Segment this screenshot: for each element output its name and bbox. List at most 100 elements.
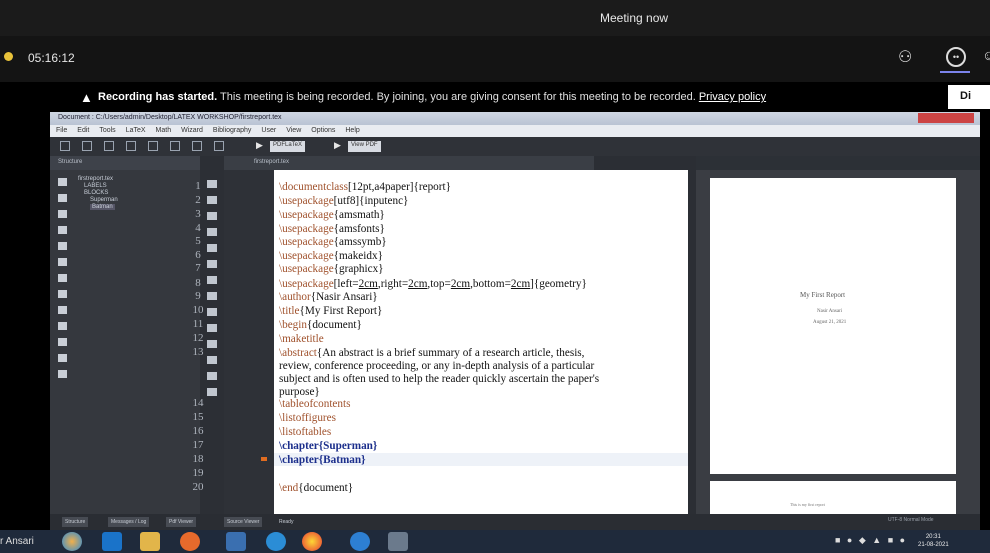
meeting-title: Meeting now [600,11,669,25]
meeting-timer: 05:16:12 [28,51,75,65]
compile-select[interactable]: PDFLaTeX [270,141,306,152]
pdf-author: Nasir Ansari [817,309,843,314]
dismiss-button[interactable]: Di [948,85,990,109]
window-controls[interactable] [918,113,974,123]
code-line: \tableofcontents [279,398,351,410]
menu-bibliography[interactable]: Bibliography [213,127,252,134]
new-file-icon[interactable] [60,141,70,151]
menu-edit[interactable]: Edit [77,127,89,134]
menu-user[interactable]: User [261,127,276,134]
symbols-icon[interactable] [58,210,67,218]
media-player-icon[interactable] [180,532,200,551]
app-icon[interactable] [226,532,246,551]
status-tab-messages[interactable]: Messages / Log [108,517,150,527]
tree-item-blocks[interactable]: BLOCKS [78,190,118,197]
recording-notice-bold: Recording has started. [98,91,218,103]
line-number: 2 [195,194,201,206]
line-number: 15 [192,411,204,423]
tool-icon[interactable] [207,372,217,380]
internet-explorer-icon[interactable] [102,532,122,551]
texstudio-taskbar-icon[interactable] [388,532,408,551]
tree-item-file[interactable]: firstreport.tex [78,176,118,183]
file-explorer-icon[interactable] [140,532,160,551]
pdf-toolbar [696,156,980,170]
cut-icon[interactable] [192,141,202,151]
code-line: \maketitle [279,333,324,345]
tikz-icon[interactable] [58,370,67,378]
code-line: \usepackage{amssymb} [279,236,387,248]
code-line: \documentclass[12pt,a4paper]{report} [279,181,451,193]
menu-file[interactable]: File [56,127,67,134]
line-number: 3 [195,208,201,220]
operators-icon[interactable] [58,274,67,282]
code-line: \chapter{Superman} [279,440,378,452]
tree-item-superman[interactable]: Superman [78,197,118,204]
start-icon[interactable] [62,532,82,551]
line-number-gutter [224,170,274,514]
line-number: 1 [195,180,201,192]
toolbar: ▶ PDFLaTeX ▶ View PDF [50,137,980,156]
teams-icon[interactable] [266,532,286,551]
menu-options[interactable]: Options [311,127,335,134]
line-marker-icon [261,457,267,461]
participants-icon[interactable]: ⚇ [898,47,920,67]
structure-header: Structure [50,156,200,170]
chat-icon[interactable]: •• [946,47,966,67]
line-number: 12 [192,332,204,344]
special-icon[interactable] [58,322,67,330]
redo-icon[interactable] [148,141,158,151]
editor-tab[interactable]: firstreport.tex [224,156,594,170]
structure-icon[interactable] [58,178,67,186]
menu-tools[interactable]: Tools [99,127,115,134]
code-line: purpose} [279,386,320,398]
save-icon[interactable] [104,141,114,151]
compile-run-icon[interactable]: ▶ [256,140,263,151]
taskbar-clock[interactable]: 20:31 21-08-2021 [918,533,949,549]
status-ready: Ready [279,519,294,525]
view-run-icon[interactable]: ▶ [334,140,341,151]
line-number: 5 [195,235,201,247]
menu-view[interactable]: View [286,127,301,134]
clock-date: 21-08-2021 [918,542,949,548]
paste-icon[interactable] [214,141,224,151]
menu-wizard[interactable]: Wizard [181,127,203,134]
metapost-icon[interactable] [58,354,67,362]
code-line: \end{document} [279,482,354,494]
code-line: \usepackage{makeidx} [279,250,383,262]
delimiters-icon[interactable] [58,290,67,298]
view-pdf-select[interactable]: View PDF [348,141,381,152]
chrome-icon[interactable] [302,532,322,551]
tree-item-batman[interactable]: Batman [90,204,115,210]
privacy-policy-link[interactable]: Privacy policy [699,91,766,103]
line-number: 4 [195,222,201,234]
app-icon[interactable] [350,532,370,551]
menu-math[interactable]: Math [156,127,172,134]
status-tab-pdf-viewer[interactable]: Pdf Viewer [166,517,197,527]
status-tab-structure[interactable]: Structure [62,517,89,527]
tree-item-labels[interactable]: LABELS [78,183,118,190]
relations-icon[interactable] [58,258,67,266]
pdf-title: My First Report [800,291,846,299]
greek-icon[interactable] [58,226,67,234]
undo-icon[interactable] [126,141,136,151]
more-options-icon[interactable]: ☺ [982,47,990,63]
pstricks-icon[interactable] [58,338,67,346]
code-line: \usepackage{amsmath} [279,209,385,221]
misc-icon[interactable] [58,306,67,314]
line-number: 8 [195,277,201,289]
tool-icon[interactable] [207,388,217,396]
chat-active-indicator [940,71,970,73]
code-line: \usepackage{graphicx} [279,263,384,275]
bookmarks-icon[interactable] [58,194,67,202]
menu-latex[interactable]: LaTeX [126,127,146,134]
line-number: 11 [192,318,204,330]
meeting-top-bar [0,0,990,36]
code-line: \chapter{Batman} [279,454,366,466]
pdf-page [710,178,956,474]
line-number: 9 [195,290,201,302]
copy-icon[interactable] [170,141,180,151]
menu-help[interactable]: Help [345,127,359,134]
arrows-icon[interactable] [58,242,67,250]
open-file-icon[interactable] [82,141,92,151]
status-tab-source-viewer[interactable]: Source Viewer [224,517,263,527]
